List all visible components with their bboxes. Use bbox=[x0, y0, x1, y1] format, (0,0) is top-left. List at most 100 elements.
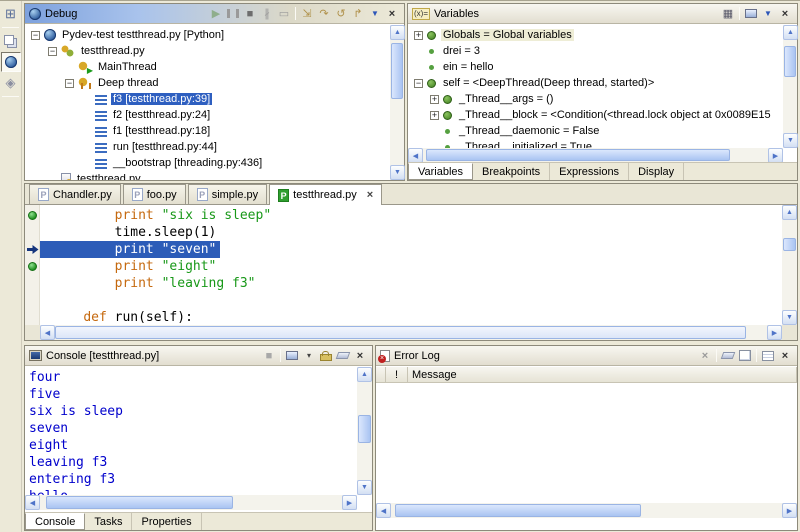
view-menu-icon[interactable]: ▼ bbox=[369, 7, 381, 21]
tree-expander-icon[interactable]: + bbox=[430, 111, 439, 120]
scrollbar-track[interactable] bbox=[55, 325, 767, 340]
plugin-perspective-icon[interactable]: ◈ bbox=[1, 73, 21, 93]
tree-expander-icon[interactable]: + bbox=[414, 31, 423, 40]
gutter-cell[interactable] bbox=[25, 262, 40, 271]
terminate-icon[interactable]: ■ bbox=[244, 7, 256, 21]
debug-tree-item[interactable]: −Pydev-test testthread.py [Python] bbox=[25, 27, 390, 43]
step-into-icon[interactable]: ⇲ bbox=[301, 7, 313, 21]
show-type-names-icon[interactable]: ▦ bbox=[722, 7, 734, 21]
debug-tree-item[interactable]: −Deep thread bbox=[25, 75, 390, 91]
clear-log-icon[interactable] bbox=[721, 352, 736, 359]
editor-horizontal-scrollbar[interactable]: ◀ ▶ bbox=[40, 325, 782, 340]
scroll-left-button[interactable]: ◀ bbox=[25, 495, 40, 510]
scrollbar-thumb[interactable] bbox=[395, 504, 641, 517]
variable-tree-item[interactable]: +_Thread__args = () bbox=[408, 91, 783, 107]
scroll-left-button[interactable]: ◀ bbox=[40, 325, 55, 340]
editor-text-area[interactable]: print "six is sleep" time.sleep(1) print… bbox=[25, 205, 782, 325]
breakpoint-icon[interactable] bbox=[28, 262, 37, 271]
scroll-up-button[interactable]: ▲ bbox=[390, 25, 405, 40]
debug-tree-item[interactable]: run [testthread.py:44] bbox=[25, 139, 390, 155]
terminate-icon[interactable]: ■ bbox=[263, 349, 275, 363]
scroll-lock-icon[interactable] bbox=[320, 354, 332, 361]
code-line[interactable]: print "eight" bbox=[25, 258, 782, 275]
tree-expander-icon[interactable]: − bbox=[31, 31, 40, 40]
scrollbar-thumb[interactable] bbox=[426, 149, 730, 161]
scrollbar-track[interactable] bbox=[783, 40, 797, 133]
editor-tab-simple-py[interactable]: Psimple.py bbox=[188, 184, 267, 204]
code-text[interactable]: print "six is sleep" bbox=[40, 207, 271, 224]
clear-console-icon[interactable] bbox=[336, 352, 351, 359]
open-log-icon[interactable] bbox=[762, 351, 774, 361]
console-horizontal-scrollbar[interactable]: ◀ ▶ bbox=[25, 495, 357, 510]
scrollbar-track[interactable] bbox=[423, 148, 768, 162]
tab-tasks[interactable]: Tasks bbox=[85, 513, 132, 530]
variable-tree-item[interactable]: _Thread__initialized = True bbox=[408, 139, 783, 148]
variable-tree-item[interactable]: −self = <DeepThread(Deep thread, started… bbox=[408, 75, 783, 91]
code-text[interactable]: time.sleep(1) bbox=[40, 224, 216, 241]
console-menu-icon[interactable]: ▾ bbox=[303, 349, 315, 363]
debug-tree-item[interactable]: __bootstrap [threading.py:436] bbox=[25, 155, 390, 171]
debug-tree-item[interactable]: MainThread bbox=[25, 59, 390, 75]
code-line[interactable]: def run(self): bbox=[25, 309, 782, 325]
close-icon[interactable]: × bbox=[779, 7, 791, 21]
resume-icon[interactable]: ▶ bbox=[210, 7, 222, 21]
scrollbar-track[interactable] bbox=[390, 40, 404, 165]
code-line[interactable] bbox=[25, 292, 782, 309]
editor-tab-Chandler-py[interactable]: PChandler.py bbox=[29, 184, 121, 204]
close-icon[interactable]: × bbox=[367, 189, 373, 201]
debug-perspective-icon[interactable] bbox=[1, 52, 21, 72]
scrollbar-track[interactable] bbox=[40, 495, 342, 510]
debug-vertical-scrollbar[interactable]: ▲ ▼ bbox=[390, 25, 404, 180]
variable-tree-item[interactable]: +_Thread__block = <Condition(<thread.loc… bbox=[408, 107, 783, 123]
resource-perspective-icon[interactable] bbox=[1, 31, 21, 51]
tab-display[interactable]: Display bbox=[629, 163, 684, 180]
tab-variables[interactable]: Variables bbox=[408, 163, 473, 180]
scrollbar-thumb[interactable] bbox=[391, 43, 403, 99]
tab-properties[interactable]: Properties bbox=[132, 513, 201, 530]
export-log-icon[interactable] bbox=[739, 350, 751, 361]
scroll-right-button[interactable]: ▶ bbox=[767, 325, 782, 340]
close-icon[interactable]: × bbox=[386, 7, 398, 21]
code-text[interactable]: def run(self): bbox=[40, 309, 193, 325]
debug-tree-item[interactable]: f3 [testthread.py:39] bbox=[25, 91, 390, 107]
error-log-horizontal-scrollbar[interactable]: ◀ ▶ bbox=[376, 503, 797, 518]
scroll-down-button[interactable]: ▼ bbox=[783, 133, 798, 148]
scroll-up-button[interactable]: ▲ bbox=[783, 25, 798, 40]
scrollbar-thumb[interactable] bbox=[358, 415, 371, 442]
close-icon[interactable]: × bbox=[354, 349, 366, 363]
scroll-up-button[interactable]: ▲ bbox=[782, 205, 797, 220]
scroll-right-button[interactable]: ▶ bbox=[342, 495, 357, 510]
gutter-cell[interactable] bbox=[25, 211, 40, 220]
remove-terminated-icon[interactable]: ▭ bbox=[278, 7, 290, 21]
tree-expander-icon[interactable]: + bbox=[430, 95, 439, 104]
scrollbar-track[interactable] bbox=[782, 220, 797, 310]
scroll-down-button[interactable]: ▼ bbox=[782, 310, 797, 325]
close-icon[interactable]: × bbox=[779, 349, 791, 363]
scroll-right-button[interactable]: ▶ bbox=[782, 503, 797, 518]
suspend-icon[interactable] bbox=[227, 9, 239, 18]
column-header-message[interactable]: Message bbox=[408, 367, 797, 382]
error-log-table-body[interactable] bbox=[376, 383, 797, 503]
column-header-severity[interactable]: ! bbox=[386, 367, 408, 382]
tab-breakpoints[interactable]: Breakpoints bbox=[473, 163, 550, 180]
display-console-icon[interactable] bbox=[286, 351, 298, 360]
code-text[interactable]: print "eight" bbox=[40, 258, 216, 275]
scroll-down-button[interactable]: ▼ bbox=[390, 165, 405, 180]
step-over-icon[interactable]: ↷ bbox=[318, 7, 330, 21]
tab-console[interactable]: Console bbox=[25, 513, 85, 530]
scroll-right-button[interactable]: ▶ bbox=[768, 148, 783, 163]
open-perspective-icon[interactable]: ⊞ bbox=[1, 4, 21, 24]
editor-vertical-scrollbar[interactable]: ▲ ▼ bbox=[782, 205, 797, 325]
scroll-left-button[interactable]: ◀ bbox=[408, 148, 423, 163]
view-menu-icon[interactable]: ▼ bbox=[762, 7, 774, 21]
code-line[interactable]: print "seven" bbox=[25, 241, 782, 258]
variable-tree-item[interactable]: _Thread__daemonic = False bbox=[408, 123, 783, 139]
debug-tree-item[interactable]: f1 [testthread.py:18] bbox=[25, 123, 390, 139]
scrollbar-thumb[interactable] bbox=[783, 238, 796, 251]
code-line[interactable]: print "leaving f3" bbox=[25, 275, 782, 292]
debug-tree-item[interactable]: f2 [testthread.py:24] bbox=[25, 107, 390, 123]
step-return-icon[interactable]: ↺ bbox=[335, 7, 347, 21]
scrollbar-thumb[interactable] bbox=[784, 46, 796, 78]
disconnect-icon[interactable]: ∦ bbox=[261, 7, 273, 21]
delete-log-icon[interactable]: × bbox=[699, 349, 711, 363]
